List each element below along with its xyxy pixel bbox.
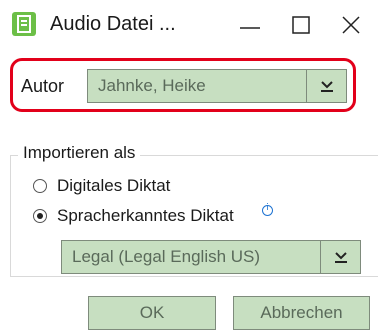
document-icon — [12, 12, 36, 36]
close-icon — [342, 16, 360, 34]
author-value: Jahnke, Heike — [98, 76, 206, 95]
close-button[interactable] — [332, 8, 372, 42]
chevron-down-icon — [335, 252, 347, 263]
author-dropdown[interactable]: Jahnke, Heike — [87, 69, 347, 103]
radio-digital-dictation-label: Digitales Diktat — [57, 176, 171, 195]
maximize-icon — [292, 16, 310, 34]
cancel-button[interactable]: Abbrechen — [233, 296, 370, 330]
minimize-icon — [240, 27, 260, 29]
chevron-down-icon — [321, 81, 333, 92]
language-dropdown-button[interactable] — [320, 241, 360, 273]
language-model-dropdown[interactable]: Legal (Legal English US) — [61, 240, 361, 274]
minimize-button[interactable] — [230, 8, 270, 42]
maximize-button[interactable] — [282, 8, 322, 42]
title-bar: Audio Datei ... — [0, 0, 378, 50]
window-title: Audio Datei ... — [50, 13, 176, 35]
author-dropdown-button[interactable] — [306, 70, 346, 102]
language-model-value: Legal (Legal English US) — [72, 247, 261, 266]
radio-speech-recognized-label: Spracherkanntes Diktat — [57, 206, 234, 225]
radio-button-checked[interactable] — [33, 209, 47, 223]
info-icon[interactable] — [262, 203, 273, 216]
author-label: Autor — [21, 76, 65, 96]
import-group-title: Importieren als — [18, 143, 141, 163]
radio-button-unchecked[interactable] — [33, 179, 47, 193]
ok-button[interactable]: OK — [88, 296, 216, 330]
